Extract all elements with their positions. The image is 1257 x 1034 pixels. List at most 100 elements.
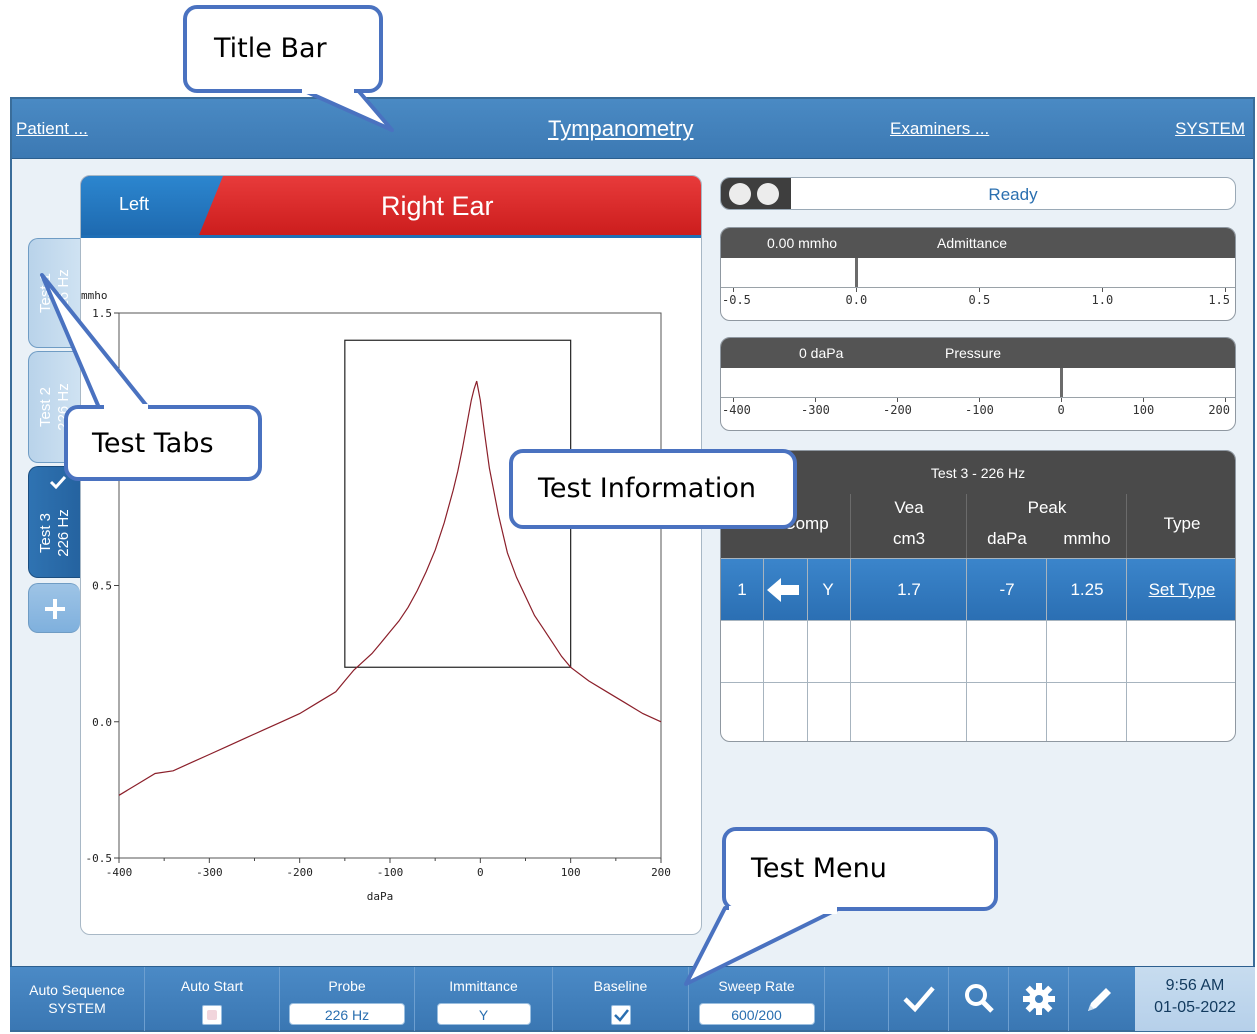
probe-menu[interactable]: Probe 226 Hz — [280, 967, 415, 1031]
status-leds — [721, 178, 791, 209]
sweep-rate-menu[interactable]: Sweep Rate 600/200 — [689, 967, 825, 1031]
type-header: Type — [1163, 514, 1201, 533]
auto-start-toggle[interactable]: Auto Start — [145, 967, 280, 1031]
callout-test-menu: Test Menu — [722, 827, 998, 911]
tab-test-3[interactable]: Test 3 226 Hz — [28, 466, 80, 578]
pressure-label: Pressure — [945, 345, 1002, 361]
row-peak-dapa: -7 — [999, 580, 1015, 599]
y-axis-label: mmho — [81, 289, 108, 302]
callout-test-tabs: Test Tabs — [64, 405, 262, 481]
row-divider — [807, 558, 808, 741]
results-header: Comp Vea cm3 Peak daPa mmho Type — [721, 494, 1235, 558]
x-tick-label: 0 — [477, 866, 484, 879]
gear-icon — [1023, 983, 1055, 1015]
row-vea: 1.7 — [897, 580, 921, 599]
set-type-link[interactable]: Set Type — [1127, 580, 1235, 600]
callout-seam — [302, 86, 354, 94]
x-tick-label: -300 — [196, 866, 223, 879]
row-divider — [850, 558, 851, 741]
row-peak-mmho: 1.25 — [1070, 580, 1104, 599]
check-icon — [613, 1009, 629, 1022]
left-ear-tab[interactable]: Left — [81, 176, 223, 235]
status-led-2 — [757, 183, 779, 205]
pressure-value: 0 daPa — [799, 345, 844, 361]
tab-test-1[interactable]: Test 1 226 Hz — [28, 238, 80, 348]
immittance-menu[interactable]: Immittance Y — [415, 967, 553, 1031]
row-divider — [1126, 558, 1127, 741]
plot-frame — [118, 312, 662, 859]
set-type-text[interactable]: Set Type — [1149, 580, 1216, 599]
y-tick-label: -0.5 — [86, 852, 113, 865]
edit-button[interactable] — [1068, 967, 1128, 1031]
callout-test-information-text: Test Information — [538, 473, 757, 504]
examiners-link[interactable]: Examiners ... — [890, 119, 989, 139]
admittance-label: Admittance — [937, 235, 1008, 251]
clock-date: 01-05-2022 — [1154, 999, 1236, 1016]
status-bar: Ready — [720, 177, 1236, 210]
ear-title: Right Ear — [381, 191, 494, 221]
pressure-meter: 0 daPa Pressure -400 -300 -200 -100 0 100 200 — [720, 337, 1236, 431]
system-link[interactable]: SYSTEM — [1175, 119, 1245, 139]
callout-seam — [729, 906, 837, 914]
sweep-rate-value[interactable]: 600/200 — [698, 1003, 815, 1025]
callout-seam — [104, 404, 148, 412]
tympanometry-window: Patient ... Tympanometry Examiners ... S… — [10, 97, 1255, 1032]
baseline-checkbox[interactable] — [610, 1005, 631, 1025]
x-tick-label: 100 — [561, 866, 581, 879]
row-divider — [966, 558, 967, 741]
baseline-toggle[interactable]: Baseline — [553, 967, 689, 1031]
plus-icon — [45, 599, 65, 619]
settings-button[interactable] — [1008, 967, 1068, 1031]
tympanogram-chart: -400 -300 -200 -100 0 100 200 1.5 0.5 0.0 -0.5 mmho… — [81, 289, 671, 903]
probe-value[interactable]: 226 Hz — [289, 1003, 405, 1025]
left-ear-label: Left — [119, 194, 150, 214]
test-menu-bar: Auto Sequence SYSTEM Auto Start Probe 22… — [10, 966, 1255, 1031]
header-divider — [966, 494, 967, 558]
peak-header: Peak — [1027, 498, 1067, 517]
screenshot: Patient ... Tympanometry Examiners ... S… — [0, 0, 1257, 1034]
x-tick-label: -200 — [286, 866, 313, 879]
status-led-1 — [729, 183, 751, 205]
search-button[interactable] — [948, 967, 1008, 1031]
pressure-scale: -400 -300 -200 -100 0 100 200 — [722, 398, 1230, 417]
patient-link[interactable]: Patient ... — [16, 119, 88, 139]
header-divider — [850, 494, 851, 558]
row-comp: Y — [822, 580, 834, 599]
x-tick-label: 200 — [651, 866, 671, 879]
table-row[interactable] — [721, 620, 1235, 682]
auto-sequence-value: SYSTEM — [48, 1000, 106, 1016]
row-divider — [1046, 558, 1047, 741]
auto-start-checkbox[interactable] — [202, 1005, 222, 1025]
callout-test-information: Test Information — [509, 449, 797, 529]
y-tick-label: 1.5 — [92, 307, 112, 320]
check-icon — [49, 475, 67, 489]
accept-button[interactable] — [888, 967, 948, 1031]
date-time-display: 9:56 AM 01-05-2022 — [1135, 967, 1255, 1031]
check-icon — [903, 986, 935, 1013]
pressure-bar — [721, 368, 1235, 398]
results-table: Test 3 - 226 Hz Comp Vea cm3 Peak daPa m… — [720, 450, 1236, 742]
title-bar: Patient ... Tympanometry Examiners ... S… — [12, 99, 1253, 159]
table-row[interactable]: 1 Y 1.7 -7 1.25 Set Type — [721, 558, 1235, 620]
module-title[interactable]: Tympanometry — [548, 116, 694, 142]
peak-mmho-header: mmho — [1063, 529, 1111, 548]
x-axis-label: daPa — [367, 890, 394, 903]
auto-sequence-button[interactable]: Auto Sequence SYSTEM — [10, 967, 145, 1031]
auto-start-label: Auto Start — [180, 978, 244, 994]
tab-test-1-label: Test 1 226 Hz — [36, 269, 72, 317]
immittance-label: Immittance — [449, 978, 518, 994]
peak-dapa-header: daPa — [987, 529, 1027, 548]
immittance-value[interactable]: Y — [436, 1003, 531, 1025]
admittance-meter: 0.00 mmho Admittance -0.5 0.0 0.5 1.0 1.5 — [720, 227, 1236, 321]
sweep-rate-label: Sweep Rate — [718, 978, 795, 994]
tympanogram-panel: Left Right Ear -400 -300 -200 -100 0 100 200 1.… — [80, 175, 702, 935]
header-divider — [1126, 494, 1127, 558]
auto-sequence-label: Auto Sequence — [29, 982, 125, 998]
add-test-tab[interactable] — [28, 583, 80, 633]
row-number: 1 — [737, 580, 747, 599]
baseline-label: Baseline — [593, 978, 648, 994]
status-text: Ready — [988, 185, 1038, 204]
admittance-scale: -0.5 0.0 0.5 1.0 1.5 — [722, 288, 1230, 307]
table-row[interactable] — [721, 682, 1235, 741]
x-tick-label: -400 — [106, 866, 133, 879]
